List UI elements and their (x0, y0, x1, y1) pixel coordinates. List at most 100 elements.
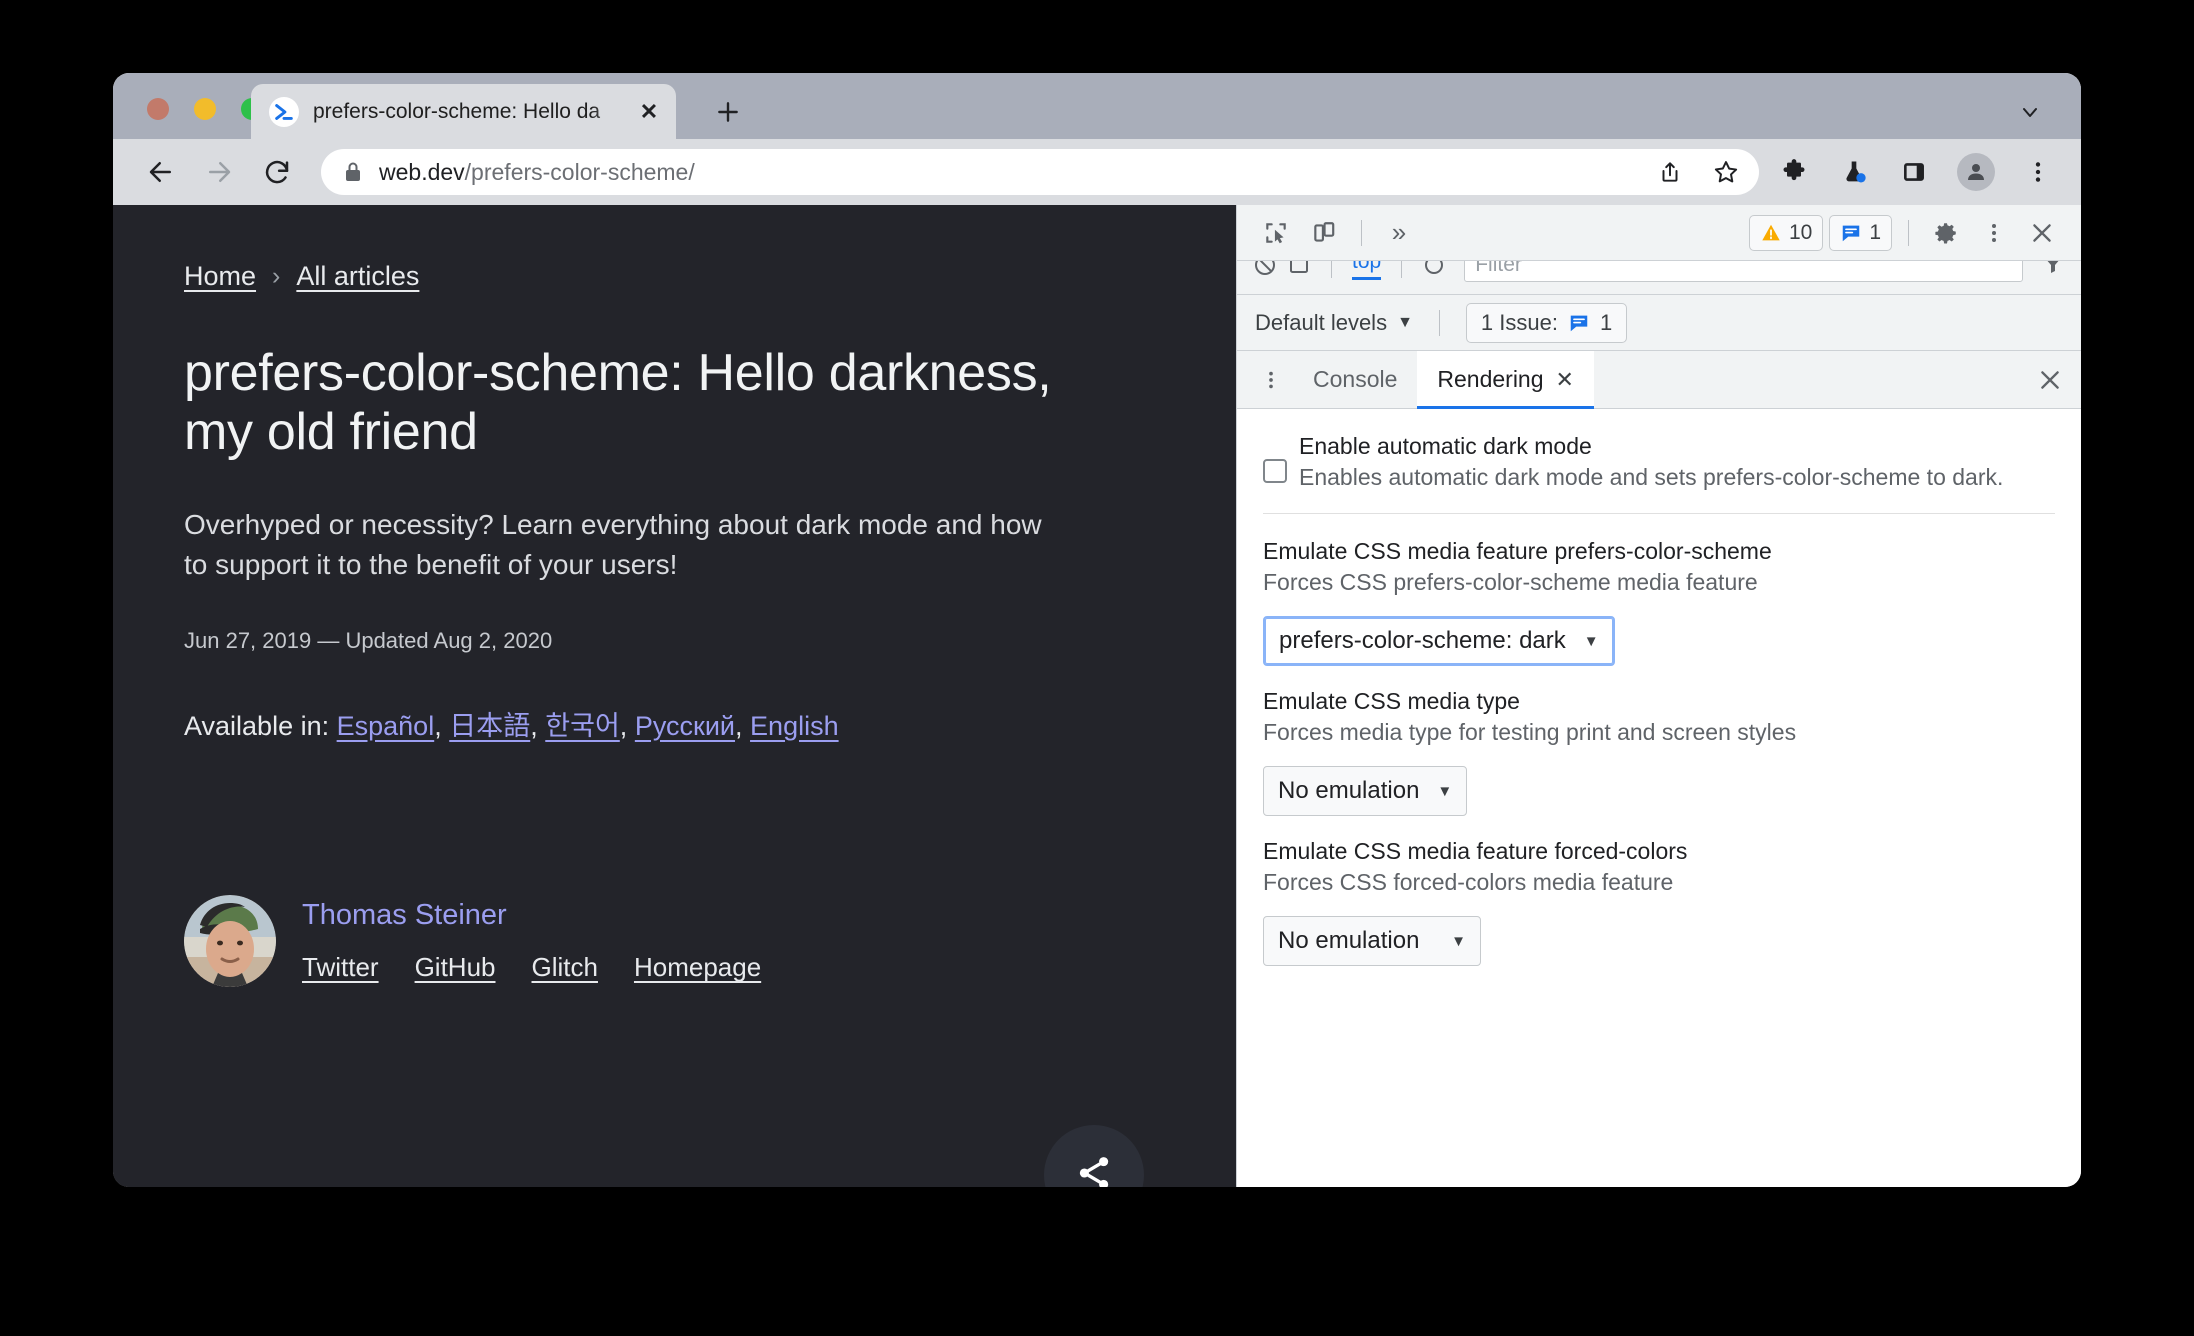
inspect-element-icon[interactable] (1255, 212, 1297, 254)
bookmark-star-icon[interactable] (1709, 155, 1743, 189)
forced-colors-title: Emulate CSS media feature forced-colors (1263, 838, 1688, 865)
forced-colors-select[interactable]: No emulation ▼ (1263, 916, 1481, 967)
tab-title: prefers-color-scheme: Hello da (313, 99, 601, 123)
minimize-window-button[interactable] (194, 98, 216, 120)
css-media-type-select[interactable]: No emulation ▼ (1263, 766, 1468, 817)
issues-count: 1 (1869, 220, 1881, 244)
devtools-overflow-button[interactable]: » (1378, 212, 1420, 254)
breadcrumb-all-articles-link[interactable]: All articles (296, 261, 419, 292)
window-controls (147, 98, 263, 120)
experiments-flask-icon[interactable] (1837, 155, 1871, 189)
console-context-selector[interactable]: top (1352, 261, 1382, 280)
toolbar-divider-2 (1908, 219, 1909, 246)
drawer-tab-rendering-label: Rendering (1437, 366, 1544, 392)
chevron-down-icon: ▼ (1451, 932, 1466, 950)
chevron-down-icon: ▼ (1397, 313, 1413, 331)
console-sidebar-icon[interactable] (1287, 261, 1311, 277)
issues-summary-label: 1 Issue: (1480, 309, 1558, 335)
tab-search-chevron-icon[interactable] (2013, 95, 2047, 129)
prefers-color-scheme-title: Emulate CSS media feature prefers-color-… (1263, 538, 1772, 565)
web-page-content: Home › All articles prefers-color-scheme… (113, 205, 1236, 1187)
automatic-dark-mode-desc: Enables automatic dark mode and sets pre… (1299, 464, 2004, 491)
devtools-kebab-menu-icon[interactable] (1973, 212, 2015, 254)
language-link-1[interactable]: Español (337, 711, 435, 741)
browser-toolbar: web.dev/prefers-color-scheme/ (113, 139, 2081, 205)
warnings-badge[interactable]: 10 (1748, 214, 1824, 251)
chrome-menu-icon[interactable] (2021, 155, 2055, 189)
device-toolbar-icon[interactable] (1303, 212, 1345, 254)
author-avatar (184, 895, 276, 987)
console-toolbar-clipped: top Filter (1237, 261, 2081, 295)
profile-avatar-icon[interactable] (1957, 153, 1995, 191)
automatic-dark-mode-checkbox[interactable] (1263, 459, 1287, 483)
css-media-type-value: No emulation (1278, 777, 1420, 805)
share-icon[interactable] (1653, 155, 1687, 189)
url-path: /prefers-color-scheme/ (464, 158, 695, 185)
console-filter-icon[interactable] (1422, 261, 1446, 277)
page-dateline: Jun 27, 2019 — Updated Aug 2, 2020 (184, 627, 553, 653)
drawer-tab-bar: Console Rendering ✕ (1237, 351, 2081, 409)
tab-close-button[interactable]: ✕ (636, 99, 662, 125)
url-host: web.dev (379, 158, 465, 185)
author-link-twitter[interactable]: Twitter (302, 952, 379, 983)
share-fab[interactable] (1044, 1125, 1144, 1187)
prefers-color-scheme-desc: Forces CSS prefers-color-scheme media fe… (1263, 569, 1758, 596)
forced-colors-value: No emulation (1278, 927, 1420, 955)
chevron-down-icon: ▼ (1437, 782, 1453, 800)
page-lede: Overhyped or necessity? Learn everything… (184, 508, 1042, 581)
author-link-glitch[interactable]: Glitch (532, 952, 598, 983)
language-link-3[interactable]: 한국어 (545, 711, 620, 741)
console-divider (1331, 261, 1332, 278)
drawer-tab-console[interactable]: Console (1293, 351, 1417, 408)
author-link-github[interactable]: GitHub (415, 952, 496, 983)
extensions-puzzle-icon[interactable] (1777, 155, 1811, 189)
devtools-close-icon[interactable] (2021, 212, 2063, 254)
forced-colors-desc: Forces CSS forced-colors media feature (1263, 869, 1674, 896)
drawer-tab-rendering[interactable]: Rendering ✕ (1417, 351, 1594, 409)
rendering-setting-forced-colors: Emulate CSS media feature forced-colors … (1263, 836, 2055, 986)
drawer-close-icon[interactable] (2019, 351, 2081, 408)
console-settings-funnel-icon[interactable] (2041, 261, 2065, 277)
issues-badge[interactable]: 1 (1829, 214, 1892, 251)
drawer-kebab-menu-icon[interactable] (1249, 351, 1293, 408)
toolbar-divider (1361, 219, 1362, 246)
available-languages: Available in: Español, 日本語, 한국어, Русский… (184, 710, 839, 741)
drawer-tab-close-icon[interactable]: ✕ (1556, 367, 1574, 393)
language-link-2[interactable]: 日本語 (449, 711, 530, 741)
console-filter-input[interactable]: Filter (1464, 261, 2023, 282)
forward-arrow-icon[interactable] (197, 150, 241, 194)
css-media-type-title: Emulate CSS media type (1263, 688, 1520, 715)
devtools-main-toolbar: » 10 1 (1237, 205, 2081, 261)
gear-icon[interactable] (1925, 212, 1967, 254)
clear-console-icon[interactable] (1253, 261, 1277, 277)
author-link-homepage[interactable]: Homepage (634, 952, 761, 983)
share-icon (1073, 1152, 1115, 1187)
warnings-count: 10 (1788, 220, 1813, 244)
drawer-tab-console-label: Console (1313, 366, 1398, 392)
close-window-button[interactable] (147, 98, 169, 120)
prefers-color-scheme-value: prefers-color-scheme: dark (1279, 627, 1566, 655)
language-link-5[interactable]: English (750, 711, 839, 741)
devtools-panel: » 10 1 top Filter Default levels ▼ 1 Iss… (1236, 205, 2081, 1187)
prefers-color-scheme-select[interactable]: prefers-color-scheme: dark ▼ (1263, 616, 1615, 667)
rendering-setting-prefers-color-scheme: Emulate CSS media feature prefers-color-… (1263, 536, 2055, 686)
browser-window: prefers-color-scheme: Hello da ✕ web.dev… (113, 73, 2081, 1187)
new-tab-button[interactable] (711, 95, 745, 129)
side-panel-icon[interactable] (1897, 155, 1931, 189)
chevron-right-icon: › (272, 262, 281, 290)
automatic-dark-mode-title: Enable automatic dark mode (1299, 433, 1592, 459)
author-name[interactable]: Thomas Steiner (302, 899, 761, 932)
rendering-panel: Enable automatic dark mode Enables autom… (1237, 409, 2081, 1187)
reload-icon[interactable] (255, 150, 299, 194)
chevron-down-icon: ▼ (1583, 632, 1599, 650)
console-divider-2 (1401, 261, 1403, 278)
browser-tab[interactable]: prefers-color-scheme: Hello da ✕ (251, 84, 676, 139)
breadcrumb-home-link[interactable]: Home (184, 261, 256, 292)
toolbar-right-icons (1777, 153, 2055, 191)
address-bar[interactable]: web.dev/prefers-color-scheme/ (321, 149, 1759, 195)
back-arrow-icon[interactable] (139, 150, 183, 194)
default-levels-dropdown[interactable]: Default levels ▼ (1255, 310, 1413, 336)
language-link-4[interactable]: Русский (635, 711, 735, 741)
rendering-setting-automatic-dark-mode: Enable automatic dark mode Enables autom… (1263, 431, 2055, 515)
issues-summary-button[interactable]: 1 Issue: 1 (1465, 302, 1628, 343)
